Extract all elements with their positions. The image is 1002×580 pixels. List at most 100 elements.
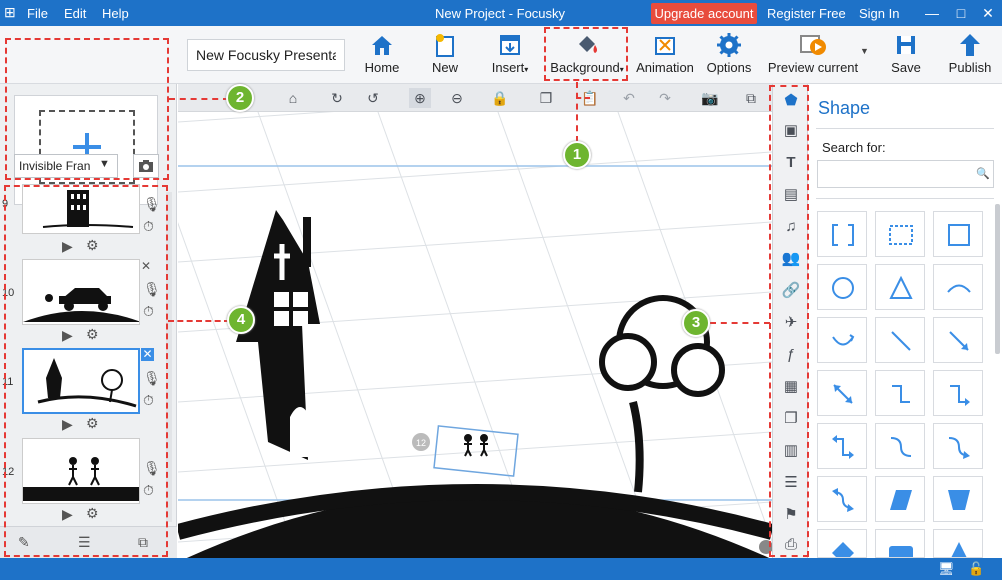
redo-icon[interactable]: ↷ <box>654 88 676 108</box>
copy-icon[interactable]: ❐ <box>535 88 557 108</box>
frame-thumbnail-selected[interactable] <box>22 348 140 414</box>
triangle-shape[interactable] <box>875 264 925 310</box>
shape-search-input[interactable] <box>817 160 994 188</box>
timer-icon[interactable]: ⏱ <box>143 392 154 409</box>
microphone-icon[interactable]: 🎙 <box>143 196 161 213</box>
circle-shape[interactable] <box>817 264 867 310</box>
left-panel-scrollbar[interactable] <box>166 192 172 522</box>
insert-button[interactable]: Insert▾ <box>487 32 533 78</box>
play-icon[interactable]: ▶ <box>62 327 73 344</box>
register-free-link[interactable]: Register Free <box>767 6 846 21</box>
close-icon[interactable]: ✕ <box>978 3 998 23</box>
bracket-shape[interactable] <box>817 211 867 257</box>
frame-order-icon[interactable]: ⧉ <box>138 534 148 551</box>
frame-thumbnail[interactable] <box>22 438 140 504</box>
plane-category-icon[interactable]: ✈ <box>780 312 802 334</box>
unlock-icon[interactable]: 🔓 <box>968 561 984 577</box>
play-icon[interactable]: ▶ <box>62 506 73 523</box>
elbow-arrow-shape[interactable] <box>933 370 983 416</box>
solid-triangle-shape[interactable] <box>933 529 983 558</box>
preview-current-button[interactable]: Preview current <box>766 32 860 78</box>
timer-icon[interactable]: ⏱ <box>143 303 154 320</box>
options-button[interactable]: Options <box>704 32 754 78</box>
frame-badge[interactable]: 12 <box>416 438 426 448</box>
parallelogram-shape[interactable] <box>875 476 925 522</box>
frame-thumbnail[interactable] <box>22 184 140 234</box>
elbow-double-arrow-shape[interactable] <box>817 423 867 469</box>
printer-category-icon[interactable]: ⎙ <box>780 534 802 556</box>
curved-connector-shape[interactable] <box>875 423 925 469</box>
gear-icon[interactable]: ⚙ <box>86 326 99 343</box>
snapshot-button[interactable] <box>133 154 159 178</box>
curved-arrow-connector-shape[interactable] <box>933 423 983 469</box>
shape-panel-scrollbar[interactable] <box>995 204 1000 354</box>
rounded-rect-shape[interactable] <box>875 529 925 558</box>
search-icon[interactable]: 🔍 <box>976 167 990 180</box>
publish-button[interactable]: Publish <box>948 32 992 78</box>
arc-shape[interactable] <box>933 264 983 310</box>
trapezoid-shape[interactable] <box>933 476 983 522</box>
edit-notes-icon[interactable]: ✎ <box>18 534 30 551</box>
double-arrow-shape[interactable] <box>817 370 867 416</box>
play-icon[interactable]: ▶ <box>62 416 73 433</box>
microphone-icon[interactable]: 🎙 <box>143 460 161 477</box>
gear-icon[interactable]: ⚙ <box>86 237 99 254</box>
play-icon[interactable]: ▶ <box>62 238 73 255</box>
dashed-rect-shape[interactable] <box>875 211 925 257</box>
gear-icon[interactable]: ⚙ <box>86 505 99 522</box>
sign-in-link[interactable]: Sign In <box>859 6 899 21</box>
curved-double-arrow-shape[interactable] <box>817 476 867 522</box>
undo-rotate-icon[interactable]: ↺ <box>362 88 384 108</box>
background-button[interactable]: Background▾ <box>548 32 626 78</box>
shape-category-icon[interactable]: ⬟ <box>780 90 802 112</box>
zoom-in-icon[interactable]: ⊕ <box>409 88 431 108</box>
music-category-icon[interactable]: ♫ <box>780 216 802 238</box>
project-name-input[interactable] <box>187 39 345 71</box>
home-view-icon[interactable]: ⌂ <box>282 88 304 108</box>
home-button[interactable]: Home <box>360 32 404 78</box>
list-item[interactable]: 11 ✕ 🎙 ⏱ ▶ ⚙ <box>0 348 177 434</box>
upgrade-account-button[interactable]: Upgrade account <box>651 3 757 24</box>
animation-button[interactable]: Animation <box>634 32 696 78</box>
diamond-shape[interactable] <box>817 529 867 558</box>
microphone-icon[interactable]: 🎙 <box>143 370 161 387</box>
elbow-connector-shape[interactable] <box>875 370 925 416</box>
video-category-icon[interactable]: ▤ <box>780 184 802 206</box>
curved-arrow-shape[interactable] <box>817 317 867 363</box>
characters-category-icon[interactable]: 👥 <box>780 248 802 270</box>
menu-file[interactable]: File <box>27 6 48 21</box>
menu-edit[interactable]: Edit <box>64 6 86 21</box>
maximize-icon[interactable]: □ <box>951 3 971 23</box>
frame-list-icon[interactable]: ☰ <box>78 534 91 551</box>
timer-icon[interactable]: ⏱ <box>143 218 154 235</box>
text-category-icon[interactable]: T <box>780 152 802 174</box>
media-category-icon[interactable]: ▦ <box>780 376 802 398</box>
zoom-out-icon[interactable]: ⊖ <box>446 88 468 108</box>
gear-icon[interactable]: ⚙ <box>86 415 99 432</box>
flag-category-icon[interactable]: ⚑ <box>780 504 802 526</box>
lock-icon[interactable]: 🔒 <box>489 88 511 108</box>
new-button[interactable]: New <box>427 32 463 78</box>
frame-type-select[interactable]: Invisible Fran ▼ <box>14 154 118 178</box>
line-shape[interactable] <box>875 317 925 363</box>
close-icon[interactable]: ✕ <box>141 259 151 273</box>
undo-icon[interactable]: ↶ <box>618 88 640 108</box>
flash-category-icon[interactable]: ƒ <box>780 344 802 366</box>
link-category-icon[interactable]: 🔗 <box>780 280 802 302</box>
rectangle-shape[interactable] <box>933 211 983 257</box>
menu-help[interactable]: Help <box>102 6 129 21</box>
minimize-icon[interactable]: — <box>922 3 942 23</box>
redo-rotate-icon[interactable]: ↻ <box>326 88 348 108</box>
image-category-icon[interactable]: ▣ <box>780 120 802 142</box>
monitor-icon[interactable]: 🖥 <box>938 561 955 577</box>
list-item[interactable]: 10 ✕ 🎙 ⏱ ▶ ⚙ <box>0 259 177 345</box>
fullscreen-icon[interactable]: ⧉ <box>740 88 762 108</box>
screenshot-icon[interactable]: 📷 <box>699 88 721 108</box>
arrow-line-shape[interactable] <box>933 317 983 363</box>
timer-icon[interactable]: ⏱ <box>143 482 154 499</box>
list-item[interactable]: 12 🎙 ⏱ ▶ ⚙ <box>0 438 177 524</box>
layout-category-icon[interactable]: ▥ <box>780 440 802 462</box>
zoom-slider-knob[interactable] <box>759 540 772 554</box>
microphone-icon[interactable]: 🎙 <box>143 281 161 298</box>
layers-category-icon[interactable]: ☰ <box>780 472 802 494</box>
